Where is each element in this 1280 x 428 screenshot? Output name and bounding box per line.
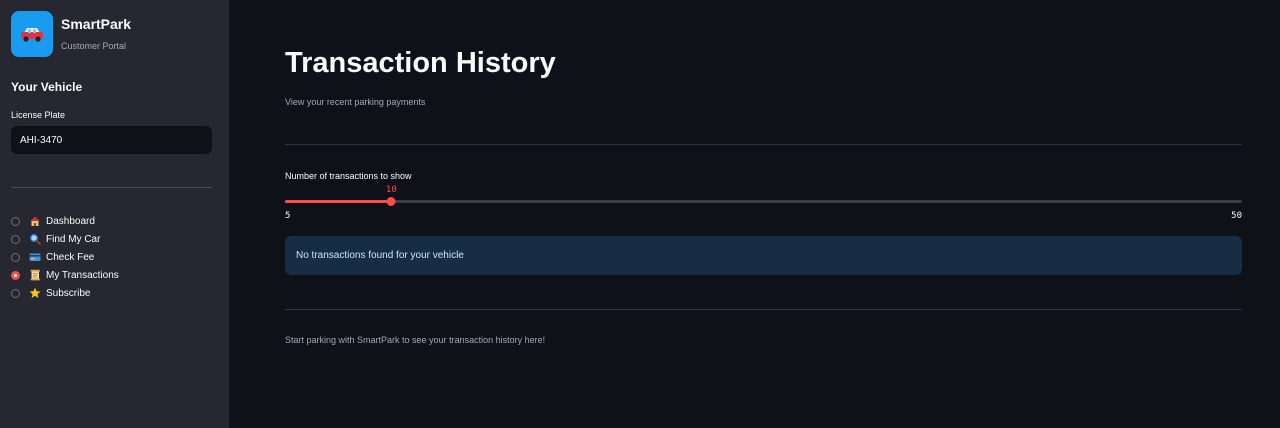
scroll-icon <box>28 269 42 281</box>
radio-subscribe[interactable] <box>11 288 20 298</box>
credit-card-icon <box>28 251 42 263</box>
nav-item-dashboard[interactable]: Dashboard <box>11 212 221 230</box>
divider <box>285 144 1242 145</box>
license-plate-label: License Plate <box>11 110 66 120</box>
slider-fill <box>285 200 392 203</box>
nav-label: My Transactions <box>46 269 119 281</box>
sidebar: SmartPark Customer Portal Your Vehicle L… <box>0 0 229 428</box>
radio-find-my-car[interactable] <box>11 234 20 244</box>
app-subtitle: Customer Portal <box>61 41 127 51</box>
slider-label: Number of transactions to show <box>285 171 412 181</box>
nav-item-subscribe[interactable]: Subscribe <box>11 284 221 302</box>
app-name: SmartPark <box>61 16 132 32</box>
car-icon <box>11 11 53 57</box>
radio-my-transactions[interactable] <box>11 270 20 280</box>
slider-max: 50 <box>1231 211 1242 221</box>
radio-dashboard[interactable] <box>11 216 20 226</box>
magnifier-icon <box>28 233 42 245</box>
slider-min: 5 <box>285 211 291 221</box>
license-plate-input[interactable] <box>11 126 212 154</box>
sidebar-divider <box>11 187 212 188</box>
slider-track[interactable] <box>285 197 1242 206</box>
nav-label: Subscribe <box>46 287 91 299</box>
nav-item-check-fee[interactable]: Check Fee <box>11 248 221 266</box>
nav-label: Find My Car <box>46 233 101 245</box>
footer-text: Start parking with SmartPark to see your… <box>285 335 546 345</box>
brand: SmartPark Customer Portal <box>11 11 131 57</box>
page-subtitle: View your recent parking payments <box>285 97 426 107</box>
main-content: Transaction History View your recent par… <box>229 0 1280 428</box>
house-icon <box>28 215 42 227</box>
nav-item-my-transactions[interactable]: My Transactions <box>11 266 221 284</box>
radio-check-fee[interactable] <box>11 252 20 262</box>
nav-label: Check Fee <box>46 251 95 263</box>
slider-thumb[interactable] <box>386 197 396 206</box>
nav-radio-group: Dashboard Find My Car Check Fee My Trans… <box>11 212 221 302</box>
divider <box>285 309 1242 310</box>
nav-label: Dashboard <box>46 215 95 227</box>
nav-item-find-my-car[interactable]: Find My Car <box>11 230 221 248</box>
info-alert: No transactions found for your vehicle <box>285 236 1242 275</box>
star-icon <box>28 287 42 299</box>
slider-value: 10 <box>385 185 397 195</box>
section-title: Your Vehicle <box>11 80 83 94</box>
page-title: Transaction History <box>285 47 556 79</box>
